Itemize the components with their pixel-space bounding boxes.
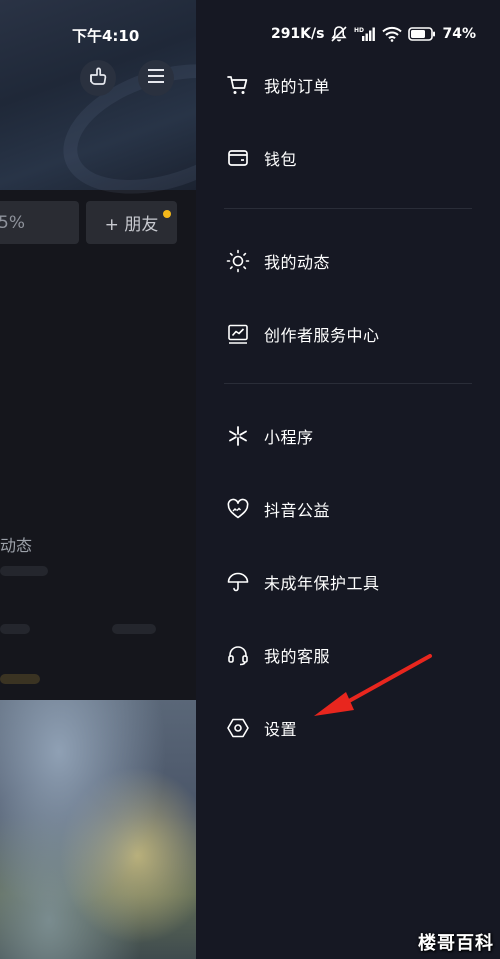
menu-button[interactable] <box>138 60 174 96</box>
divider <box>224 383 472 384</box>
menu-label: 我的动态 <box>264 253 331 272</box>
activity-tab-label: 动态 <box>0 536 33 555</box>
menu-label: 抖音公益 <box>264 501 331 520</box>
divider <box>224 208 472 209</box>
menu-label: 设置 <box>264 720 298 739</box>
umbrella-icon <box>225 569 251 595</box>
menu-item-wallet[interactable]: 钱包 <box>196 133 500 183</box>
heart-hands-icon <box>225 496 251 522</box>
video-thumbnail[interactable] <box>0 700 196 959</box>
menu-label: 未成年保护工具 <box>264 574 380 593</box>
side-drawer: 我的订单 钱包 我的动态 创作者服务中心 小程序 抖音公益 未成年保护工具 我的… <box>196 0 500 959</box>
visitor-hand-button[interactable] <box>80 60 116 96</box>
add-friend-button[interactable]: + 朋友 <box>86 201 177 244</box>
blurred-tab <box>0 674 40 684</box>
hamburger-icon <box>146 67 166 89</box>
blurred-text-line <box>0 566 48 576</box>
background-profile-page: 5% + 朋友 动态 <box>0 0 196 959</box>
watermark: 楼哥百科 <box>418 933 494 954</box>
menu-label: 小程序 <box>264 428 314 447</box>
menu-label: 创作者服务中心 <box>264 326 380 345</box>
menu-item-orders[interactable]: 我的订单 <box>196 60 500 110</box>
red-annotation-arrow-icon <box>314 654 432 716</box>
profile-complete-pill[interactable]: 5% <box>0 201 79 244</box>
sun-icon <box>225 248 251 274</box>
menu-item-minor-protection[interactable]: 未成年保护工具 <box>196 557 500 607</box>
notification-dot <box>163 210 171 218</box>
pointing-hand-icon <box>87 65 109 91</box>
menu-label: 我的订单 <box>264 77 331 96</box>
shopping-cart-icon <box>225 72 251 98</box>
asterisk-icon <box>225 423 251 449</box>
blurred-tab <box>0 624 30 634</box>
add-friend-label: + 朋友 <box>104 215 159 235</box>
menu-item-moments[interactable]: 我的动态 <box>196 236 500 286</box>
menu-item-creator-center[interactable]: 创作者服务中心 <box>196 309 500 359</box>
chart-monitor-icon <box>225 321 251 347</box>
hexagon-settings-icon <box>225 715 251 741</box>
menu-item-mini-programs[interactable]: 小程序 <box>196 411 500 461</box>
wallet-icon <box>225 145 251 171</box>
blurred-tab <box>112 624 156 634</box>
headset-icon <box>225 642 251 668</box>
menu-item-charity[interactable]: 抖音公益 <box>196 484 500 534</box>
menu-label: 钱包 <box>264 150 298 169</box>
